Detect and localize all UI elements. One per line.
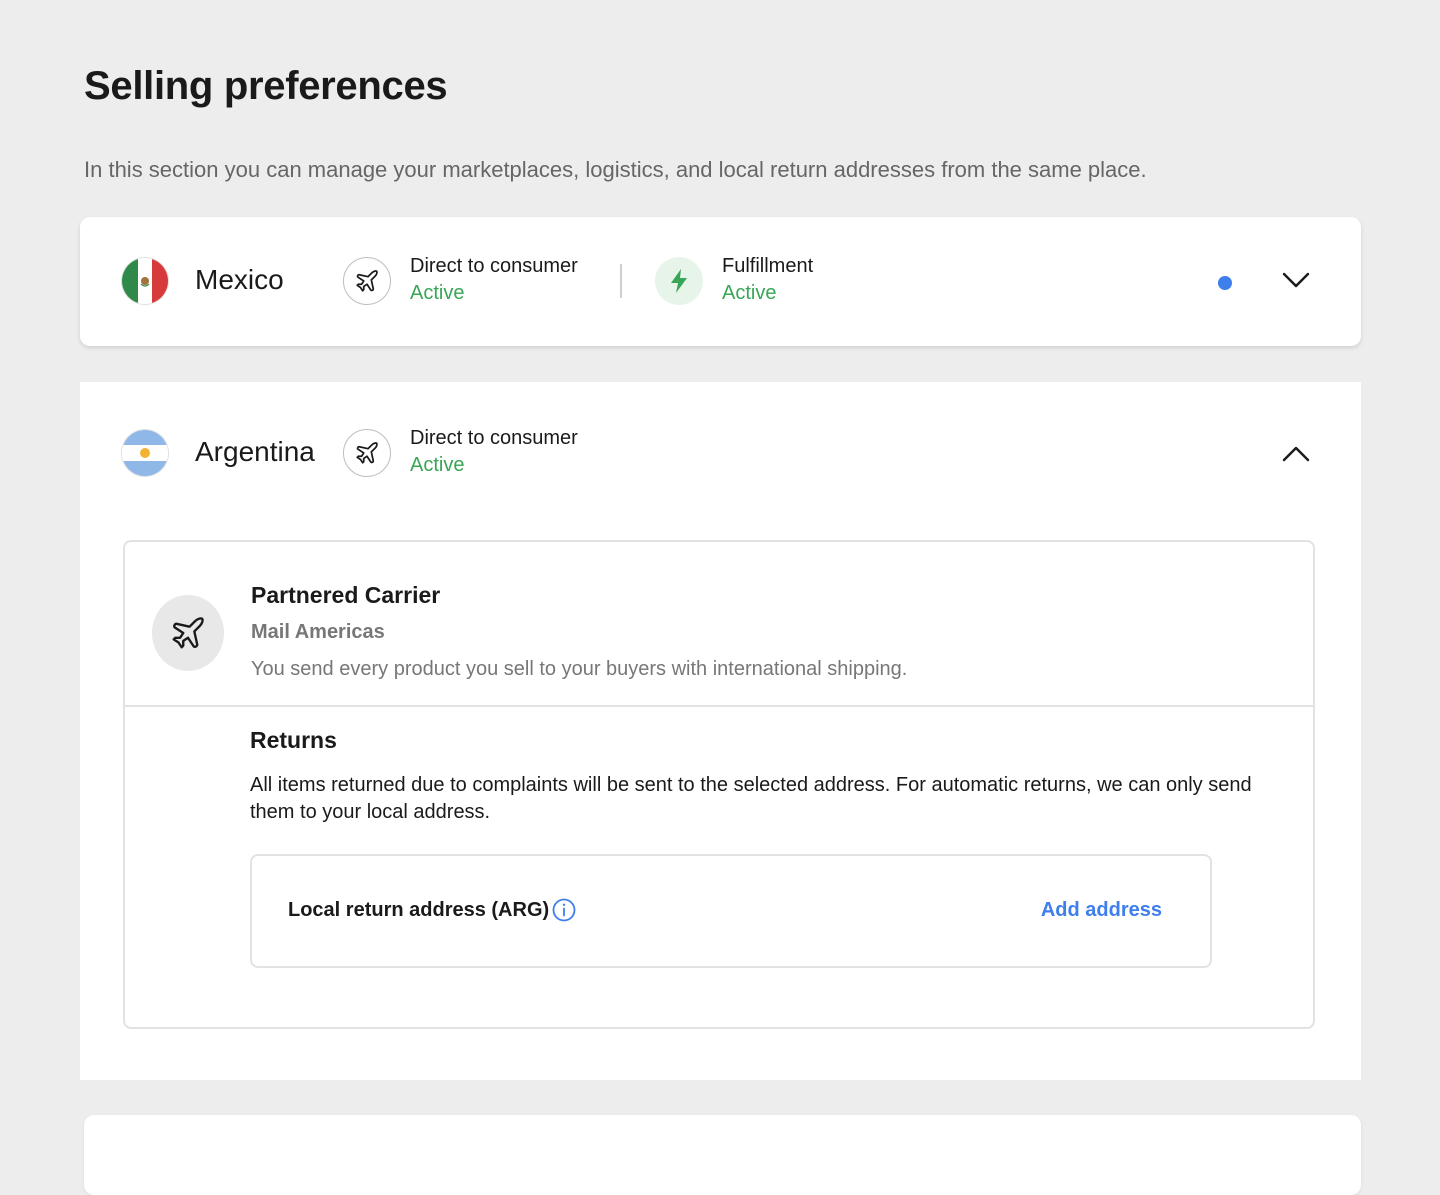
address-label: Local return address (ARG) bbox=[288, 899, 550, 921]
country-card-mexico[interactable]: Mexico Direct to consumer Active Fulfill… bbox=[80, 217, 1361, 346]
add-address-button[interactable]: Add address bbox=[1041, 899, 1162, 922]
logistics-details-panel: Partnered Carrier Mail Americas You send… bbox=[123, 540, 1315, 1029]
mexico-flag-icon bbox=[122, 258, 168, 304]
expand-chevron-down-icon[interactable] bbox=[1280, 264, 1312, 296]
collapse-chevron-up-icon[interactable] bbox=[1280, 438, 1312, 470]
returns-title: Returns bbox=[250, 727, 337, 753]
returns-description: All items returned due to complaints wil… bbox=[250, 774, 1252, 823]
mode-label: Fulfillment bbox=[722, 255, 814, 277]
divider bbox=[620, 264, 622, 298]
carrier-title: Partnered Carrier bbox=[251, 582, 441, 608]
divider bbox=[125, 705, 1315, 707]
argentina-flag-icon bbox=[122, 430, 168, 476]
page-title: Selling preferences bbox=[84, 64, 448, 108]
mode-label: Direct to consumer bbox=[410, 427, 578, 449]
airplane-icon bbox=[152, 595, 224, 671]
mode-label: Direct to consumer bbox=[410, 255, 578, 277]
country-card-next[interactable] bbox=[84, 1115, 1361, 1195]
local-return-address-box: Local return address (ARG) Add address bbox=[250, 854, 1212, 968]
airplane-icon bbox=[343, 429, 391, 477]
airplane-icon bbox=[343, 257, 391, 305]
country-card-argentina: Argentina Direct to consumer Active Part… bbox=[80, 382, 1361, 1080]
carrier-description: You send every product you sell to your … bbox=[251, 658, 908, 680]
info-icon[interactable] bbox=[552, 898, 576, 922]
country-name: Argentina bbox=[195, 436, 315, 467]
notification-dot bbox=[1218, 276, 1232, 290]
page-subtitle: In this section you can manage your mark… bbox=[84, 157, 1147, 182]
mode-status: Active bbox=[410, 454, 465, 476]
carrier-name: Mail Americas bbox=[251, 621, 385, 643]
lightning-icon bbox=[655, 257, 703, 305]
country-name: Mexico bbox=[195, 264, 284, 295]
mode-status: Active bbox=[722, 282, 777, 304]
mode-status: Active bbox=[410, 282, 465, 304]
